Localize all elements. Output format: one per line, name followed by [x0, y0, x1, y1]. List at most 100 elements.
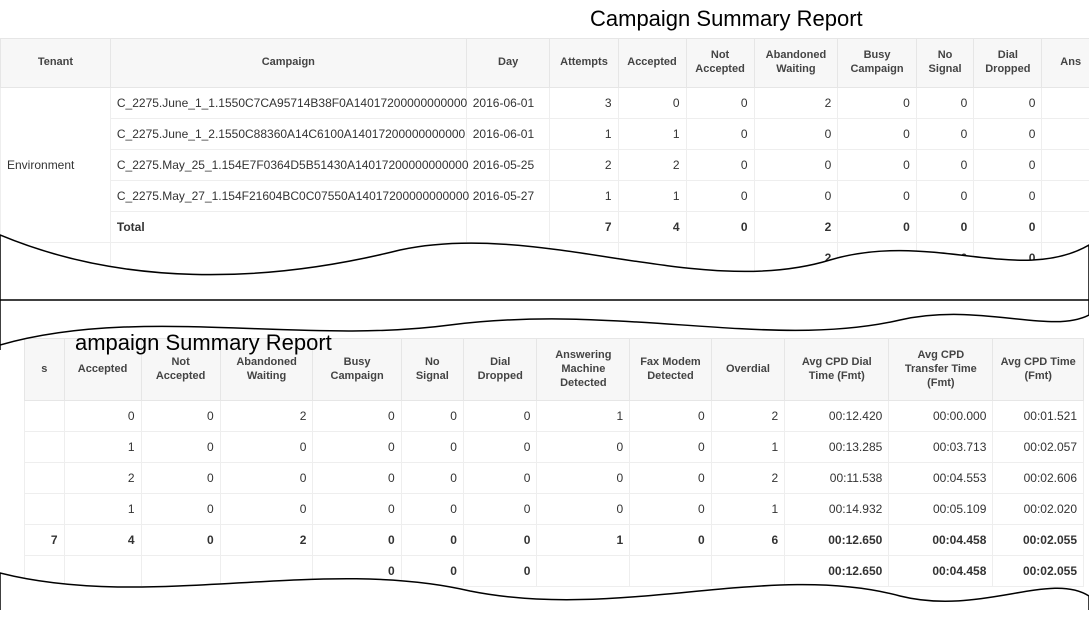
cell-fax [630, 556, 711, 587]
cell-dialdrop: 0 [463, 525, 537, 556]
cell-abandoned: 0 [220, 494, 313, 525]
cell-dial-time: 00:12.650 [785, 525, 889, 556]
cell-abandoned: 0 [754, 180, 838, 211]
col-ans-cut: Ans [1042, 39, 1089, 88]
table-total-row: 7 4 0 2 0 0 0 1 0 6 00:12.650 00:04.458 … [25, 525, 1084, 556]
cell-not-accepted: 0 [141, 494, 220, 525]
cell-busy: 0 [838, 180, 917, 211]
cell-dialdrop: 0 [974, 149, 1042, 180]
cell-cut [1042, 118, 1089, 149]
cell-nosig: 0 [401, 432, 463, 463]
cell-dialdrop: 0 [974, 118, 1042, 149]
cell-overdial: 1 [711, 494, 785, 525]
col-not-accepted: Not Accepted [686, 39, 754, 88]
cell-not-accepted: 0 [686, 87, 754, 118]
col-accepted: Accepted [618, 39, 686, 88]
cell-cut [1042, 242, 1089, 273]
cell-nosig: 0 [916, 87, 974, 118]
cell [618, 242, 686, 273]
col-dial-dropped: Dial Dropped [974, 39, 1042, 88]
table-row: C_2275.June_1_2.1550C88360A14C6100A14017… [1, 118, 1089, 149]
col-day: Day [466, 39, 550, 88]
cell-cpd: 00:02.055 [993, 525, 1084, 556]
cell-transfer: 00:04.458 [889, 525, 993, 556]
cell-s [25, 432, 65, 463]
cell-nosig: 0 [916, 180, 974, 211]
cell-busy: 0 [313, 525, 401, 556]
cell-abandoned: 0 [754, 149, 838, 180]
cell-accepted [64, 556, 141, 587]
cell-not-accepted: 0 [686, 149, 754, 180]
cell [550, 242, 618, 273]
cell-busy: 0 [313, 463, 401, 494]
cell-busy: 0 [313, 401, 401, 432]
cell-tenant: Environment [1, 87, 111, 242]
table-total-row: Total 7 4 0 2 0 0 0 [1, 211, 1089, 242]
col-no-signal: No Signal [916, 39, 974, 88]
cell-accepted: 4 [618, 211, 686, 242]
cell-transfer: 00:00.000 [889, 401, 993, 432]
cell-cut [1042, 87, 1089, 118]
cell-nosig: 0 [401, 494, 463, 525]
cell-day [466, 211, 550, 242]
cell-campaign: C_2275.June_1_2.1550C88360A14C6100A14017… [110, 118, 466, 149]
cell-abandoned [220, 556, 313, 587]
cell-not-accepted: 0 [686, 211, 754, 242]
cell-abandoned: 2 [754, 242, 838, 273]
cell-not-accepted: 0 [141, 463, 220, 494]
cell-not-accepted: 0 [686, 180, 754, 211]
cell-campaign: C_2275.May_27_1.154F21604BC0C07550A14017… [110, 180, 466, 211]
cell-dial-time: 00:14.932 [785, 494, 889, 525]
cell-transfer: 00:03.713 [889, 432, 993, 463]
cell-dial-time: 00:12.420 [785, 401, 889, 432]
cell-accepted: 2 [618, 149, 686, 180]
col-tenant: Tenant [1, 39, 111, 88]
cell-total-label: Total [110, 211, 466, 242]
cell-ans-mach [537, 556, 630, 587]
table-row: 1 0 0 0 0 0 0 0 1 00:14.932 00:05.109 00… [25, 494, 1084, 525]
col-busy: Busy Campaign [838, 39, 917, 88]
cell-cut [1042, 211, 1089, 242]
cell [466, 242, 550, 273]
cell-ans-mach: 1 [537, 525, 630, 556]
cell-dialdrop: 0 [974, 180, 1042, 211]
table-extra-row: 0 0 0 00:12.650 00:04.458 00:02.055 [25, 556, 1084, 587]
col-campaign: Campaign [110, 39, 466, 88]
cell-accepted: 1 [64, 432, 141, 463]
cell-dial-time: 00:13.285 [785, 432, 889, 463]
cell-attempts: 7 [550, 211, 618, 242]
cell-dialdrop: 0 [463, 556, 537, 587]
cell-abandoned: 0 [754, 118, 838, 149]
cell-abandoned: 0 [220, 463, 313, 494]
cell-campaign: C_2275.May_25_1.154E7F0364D5B51430A14017… [110, 149, 466, 180]
cell-busy: 0 [313, 494, 401, 525]
table-row: 0 0 2 0 0 0 1 0 2 00:12.420 00:00.000 00… [25, 401, 1084, 432]
cell-not-accepted: 0 [141, 432, 220, 463]
cell-nosig: 0 [401, 556, 463, 587]
cell-nosig: 0 [401, 525, 463, 556]
cell-dialdrop: 0 [463, 401, 537, 432]
cell-nosig: 0 [916, 149, 974, 180]
cell-fax: 0 [630, 525, 711, 556]
cell-accepted: 0 [618, 87, 686, 118]
cell-not-accepted: 0 [141, 525, 220, 556]
cell-dialdrop: 0 [463, 494, 537, 525]
cell-cpd: 00:02.057 [993, 432, 1084, 463]
cell-accepted: 2 [64, 463, 141, 494]
cell-accepted: 1 [618, 180, 686, 211]
report-panel-bottom: ampaign Summary Report s Accepted Not Ac… [0, 300, 1089, 610]
cell-abandoned: 2 [220, 401, 313, 432]
cell-nosig: 0 [916, 242, 974, 273]
cell-overdial: 2 [711, 463, 785, 494]
table-row: Environment C_2275.June_1_1.1550C7CA9571… [1, 87, 1089, 118]
table-row: C_2275.May_25_1.154E7F0364D5B51430A14017… [1, 149, 1089, 180]
cell-not-accepted: 0 [686, 118, 754, 149]
cell-day: 2016-06-01 [466, 118, 550, 149]
cell-busy: 0 [838, 149, 917, 180]
cell-day: 2016-06-01 [466, 87, 550, 118]
cell-fax: 0 [630, 463, 711, 494]
cell-dialdrop: 0 [463, 432, 537, 463]
cell-accepted: 1 [64, 494, 141, 525]
cell-not-accepted: 0 [141, 401, 220, 432]
cell-transfer: 00:05.109 [889, 494, 993, 525]
